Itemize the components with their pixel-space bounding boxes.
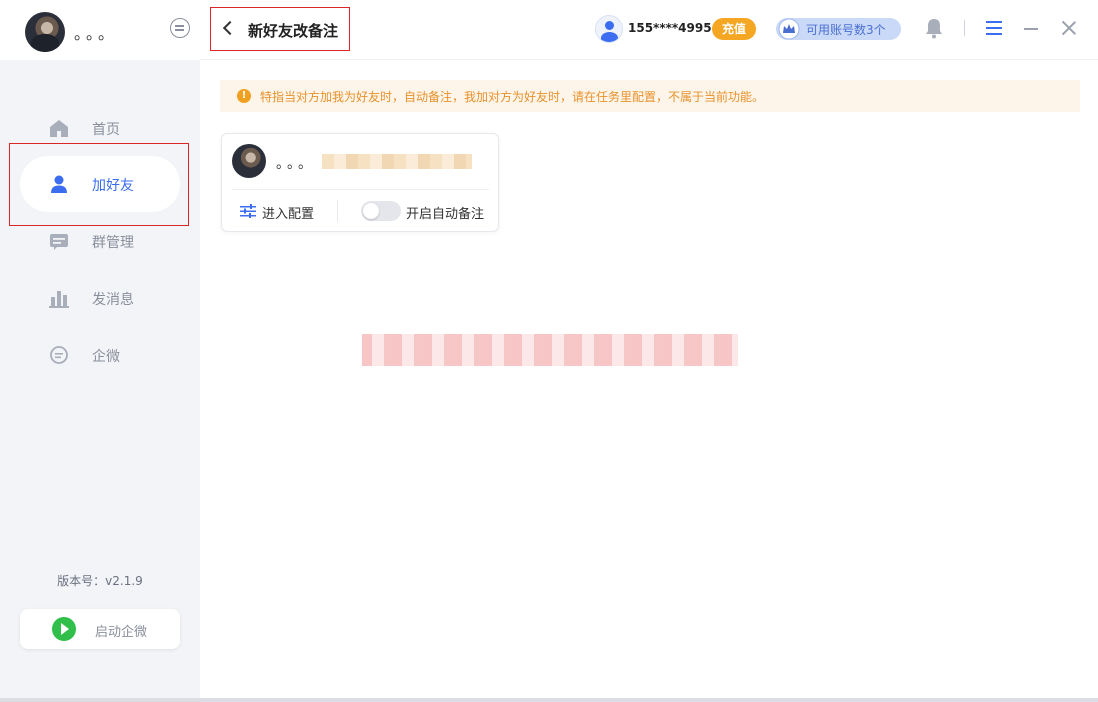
window-bottom-edge xyxy=(0,698,1098,702)
menu-icon[interactable] xyxy=(986,21,1002,35)
chat-bubble-icon xyxy=(50,346,68,364)
sidebar-profile: 。。。 xyxy=(0,0,200,60)
auto-remark-label: 开启自动备注 xyxy=(406,207,485,222)
start-wecom-label: 启动企微 xyxy=(95,625,148,640)
avatar xyxy=(232,144,266,178)
sidebar-item-label: 企微 xyxy=(92,349,120,365)
version-label: 版本号：v2.1.9 xyxy=(57,574,143,588)
sidebar-item-label: 首页 xyxy=(92,122,120,138)
account-phone: 155****4995 xyxy=(628,21,712,35)
highlight-box-title xyxy=(210,7,350,51)
start-wecom-button[interactable]: 启动企微 xyxy=(20,609,180,649)
minimize-icon[interactable] xyxy=(1024,28,1038,30)
highlight-box-nav xyxy=(9,143,189,226)
group-manage-icon xyxy=(50,234,68,250)
play-icon xyxy=(52,617,76,641)
sliders-icon[interactable] xyxy=(240,204,256,218)
crown-icon xyxy=(778,18,800,40)
home-icon xyxy=(50,120,68,137)
account-name: 。。。 xyxy=(276,156,316,172)
warning-icon: ! xyxy=(237,89,251,103)
collapse-sidebar-icon[interactable] xyxy=(170,18,190,38)
sidebar-item-send-message[interactable]: 发消息 xyxy=(20,270,180,326)
recharge-button[interactable]: 充值 xyxy=(712,18,756,40)
sidebar-item-wecom[interactable]: 企微 xyxy=(20,327,180,383)
notice-bar: ! 特指当对方加我为好友时，自动备注，我加对方为好友时，请在任务里配置，不属于当… xyxy=(220,80,1080,112)
enter-config-button[interactable]: 进入配置 xyxy=(262,203,314,222)
available-accounts-label: 可用账号数3个 xyxy=(806,23,886,37)
close-icon[interactable] xyxy=(1062,21,1076,35)
sidebar-item-label: 发消息 xyxy=(92,292,134,308)
avatar[interactable] xyxy=(25,12,65,52)
account-avatar-icon[interactable] xyxy=(595,15,623,43)
available-accounts-badge[interactable]: 可用账号数3个 xyxy=(776,18,901,40)
header-divider xyxy=(964,20,965,36)
message-chart-icon xyxy=(49,291,69,308)
card-action-divider xyxy=(337,200,338,222)
nickname: 。。。 xyxy=(74,24,119,43)
redacted-content xyxy=(362,334,738,366)
auto-remark-toggle[interactable] xyxy=(361,201,401,221)
notice-text: 特指当对方加我为好友时，自动备注，我加对方为好友时，请在任务里配置，不属于当前功… xyxy=(260,90,765,104)
sidebar: 。。。 首页 加好友 群管理 发消息 企微 版本号：v2.1.9 启动企微 xyxy=(0,0,200,702)
sidebar-item-label: 群管理 xyxy=(92,235,134,251)
redacted-account-id xyxy=(322,154,472,169)
card-divider xyxy=(232,189,489,190)
account-card: 。。。 进入配置 开启自动备注 xyxy=(221,133,499,232)
bell-icon[interactable] xyxy=(924,17,944,39)
